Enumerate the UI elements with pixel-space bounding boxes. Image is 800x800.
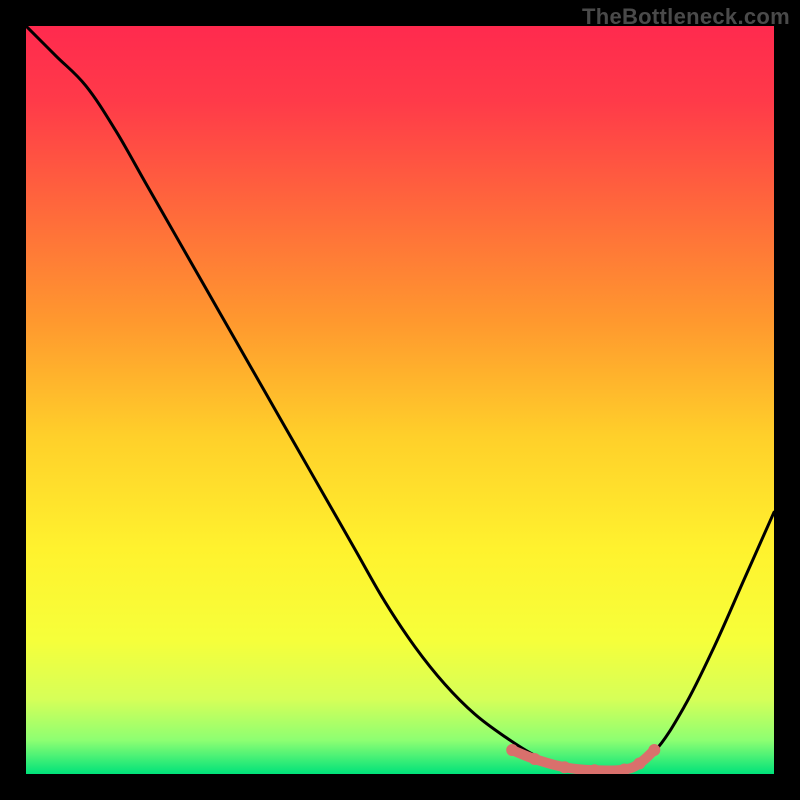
- plot-area: [26, 26, 774, 774]
- watermark-label: TheBottleneck.com: [582, 4, 790, 30]
- gradient-background: [26, 26, 774, 774]
- band-dot: [648, 744, 660, 756]
- band-dot: [529, 753, 541, 765]
- band-dot: [506, 744, 518, 756]
- chart-frame: TheBottleneck.com: [0, 0, 800, 800]
- chart-svg: [26, 26, 774, 774]
- band-dot: [559, 761, 571, 773]
- band-dot: [633, 758, 645, 770]
